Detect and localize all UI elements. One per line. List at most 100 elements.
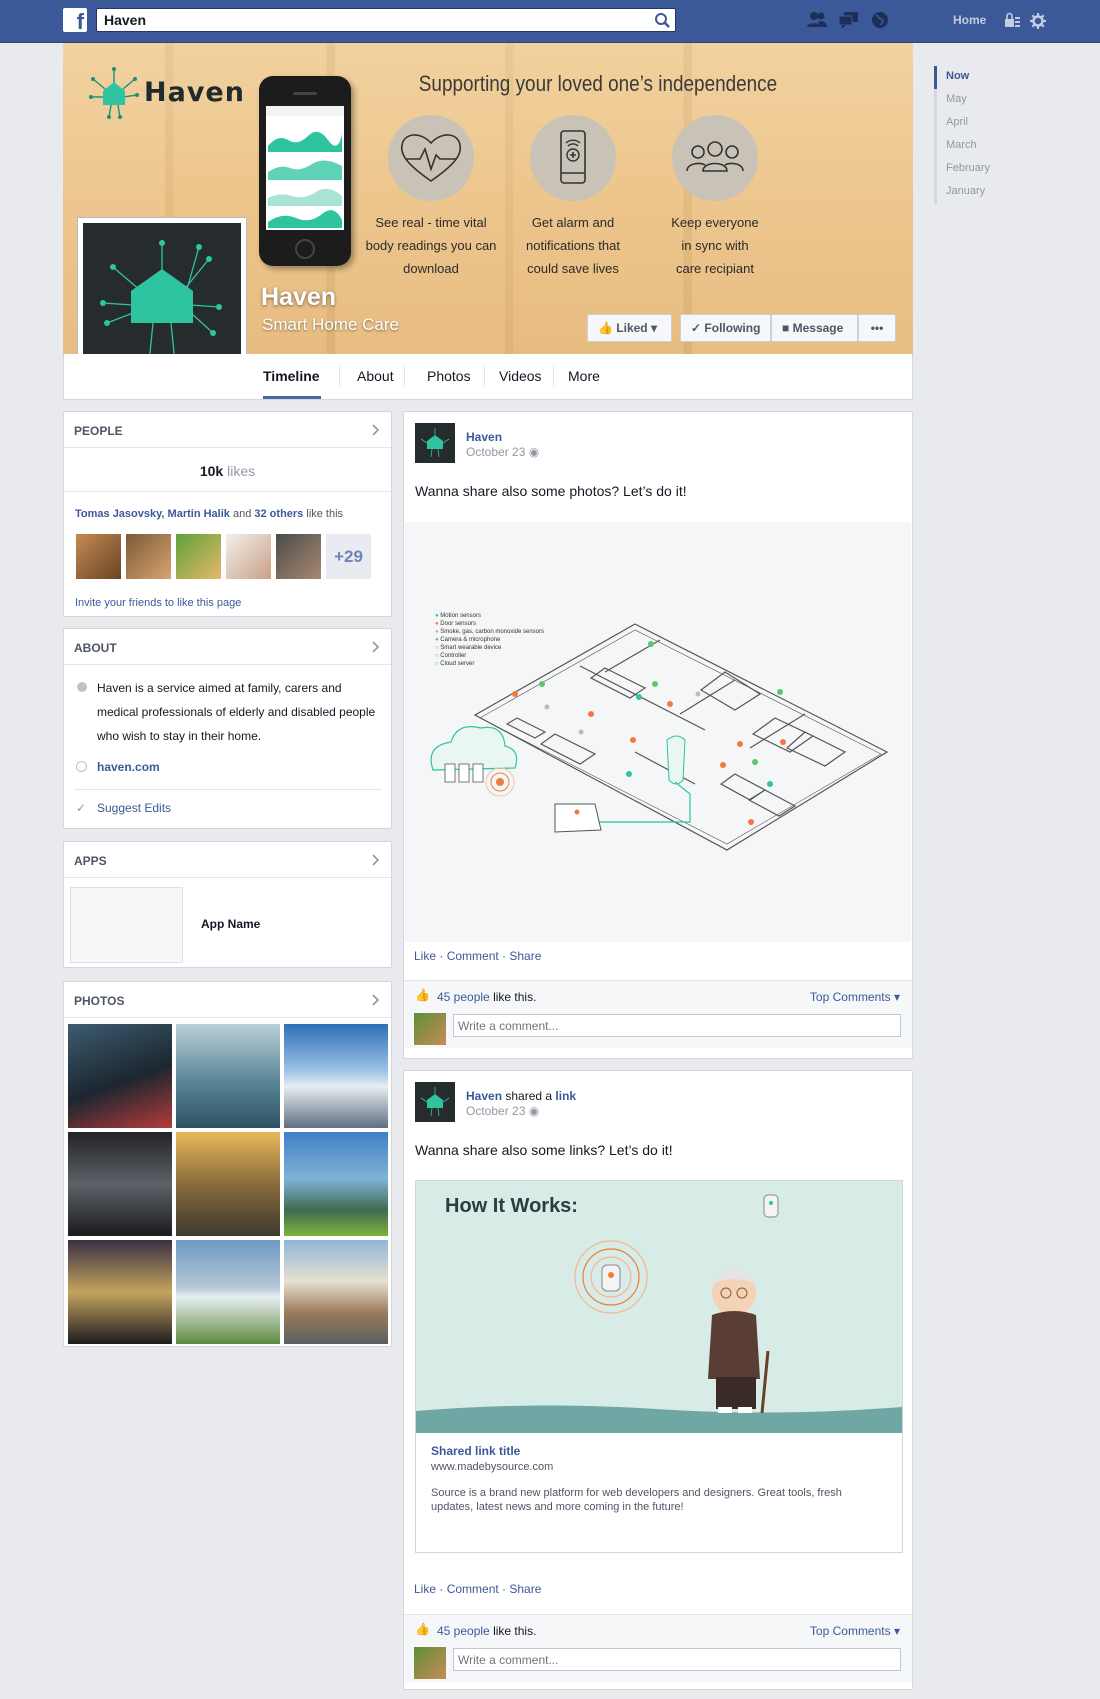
tab-about[interactable]: About [357,368,394,384]
friend-avatar[interactable] [276,534,321,579]
comment-input[interactable] [453,1014,901,1037]
link-preview-image[interactable]: How It Works: [416,1181,902,1433]
post-author[interactable]: Haven [466,430,502,444]
facebook-logo-icon[interactable]: f [63,8,87,32]
friend-avatar[interactable] [226,534,271,579]
chevron-right-icon[interactable] [372,424,380,436]
privacy-shortcuts-icon[interactable] [1003,11,1021,31]
tab-photos[interactable]: Photos [427,368,471,384]
haven-house-icon [89,67,139,119]
liked-button[interactable]: 👍 Liked ▾ [587,314,672,342]
photo-thumbnail[interactable] [284,1240,388,1344]
tab-more[interactable]: More [568,368,600,384]
scrubber-item-january[interactable]: January [934,181,990,204]
photo-thumbnail[interactable] [284,1024,388,1128]
invite-friends-link[interactable]: Invite your friends to like this page [75,597,241,609]
author-avatar[interactable] [415,1082,455,1122]
friend-avatar[interactable] [126,534,171,579]
commenter-avatar [414,1647,446,1679]
photo-thumbnail[interactable] [176,1132,280,1236]
people-header[interactable]: PEOPLE [64,412,391,448]
share-link[interactable]: Share [509,949,541,963]
app-thumbnail[interactable] [70,887,183,963]
post-text: Wanna share also some photos? Let’s do i… [415,483,687,499]
suggest-edits-link[interactable]: Suggest Edits [97,801,171,815]
feature-alarms: Get alarm and notifications that could sav… [498,115,648,280]
comment-input[interactable] [453,1648,901,1671]
friend-avatar[interactable] [176,534,221,579]
top-comments-dropdown[interactable]: Top Comments ▾ [810,1624,900,1638]
link-description: Source is a brand new platform for web d… [431,1487,842,1513]
chevron-right-icon[interactable] [372,994,380,1006]
photo-thumbnail[interactable] [68,1024,172,1128]
notifications-globe-icon[interactable] [869,10,891,30]
settings-gear-icon[interactable] [1029,11,1047,31]
friend-link[interactable]: Tomas Jasovsky [75,508,161,520]
chevron-right-icon[interactable] [372,854,380,866]
thumbs-up-icon: 👍 [415,988,430,1002]
like-link[interactable]: Like [414,949,436,963]
post-actions: Like · Comment · Share [414,1582,542,1596]
like-link[interactable]: Like [414,1582,436,1596]
message-button[interactable]: ■ Message [771,314,858,342]
haven-logo-icon [420,1087,450,1117]
friend-requests-icon[interactable] [806,10,828,30]
app-name[interactable]: App Name [201,917,260,931]
page-name[interactable]: Haven [261,283,336,312]
group-icon [686,141,744,172]
more-friends-count[interactable]: +29 [326,534,371,579]
website-link[interactable]: haven.com [97,760,160,774]
link-word[interactable]: link [555,1089,576,1103]
photo-thumbnail[interactable] [176,1024,280,1128]
likes-count-row: 10k likes [64,448,391,492]
top-comments-dropdown[interactable]: Top Comments ▾ [810,990,900,1004]
apps-header[interactable]: APPS [64,842,391,878]
search-icon[interactable] [651,10,673,30]
photo-thumbnail[interactable] [68,1132,172,1236]
comment-composer [404,1010,912,1048]
photo-thumbnail[interactable] [68,1240,172,1344]
search-box[interactable] [96,8,676,32]
floorplan-image[interactable]: ● Motion sensors ● Door sensors ● Smoke,… [405,522,911,942]
public-globe-icon: ◉ [528,1104,540,1118]
others-link[interactable]: 32 others [254,508,303,520]
feature-vitals: See real - time vital body readings you c… [356,115,506,280]
how-it-works-illustration [416,1194,902,1433]
link-preview[interactable]: How It Works: Shared link title www.made… [415,1180,903,1553]
tab-videos[interactable]: Videos [499,368,542,384]
tab-timeline[interactable]: Timeline [263,368,320,384]
scrubber-item-now[interactable]: Now [934,66,990,89]
home-link[interactable]: Home [953,13,986,27]
likers-link[interactable]: 45 people [437,990,490,1004]
following-button[interactable]: ✓ Following [680,314,771,342]
share-link[interactable]: Share [509,1582,541,1596]
link-title[interactable]: Shared link title [431,1444,520,1458]
chevron-right-icon[interactable] [372,641,380,653]
brand-name: Haven [144,77,245,108]
post-author[interactable]: Haven [466,1089,502,1103]
more-options-button[interactable]: ••• [858,314,896,342]
about-header[interactable]: ABOUT [64,629,391,665]
photo-thumbnail[interactable] [176,1240,280,1344]
post-date[interactable]: October 23 ◉ [466,1104,539,1118]
info-icon [77,682,87,692]
scrubber-item-march[interactable]: March [934,135,990,158]
author-avatar[interactable] [415,423,455,463]
friend-link[interactable]: Martin Halik [168,508,230,520]
post-header-line: Haven shared a link [466,1089,577,1103]
post-date[interactable]: October 23 ◉ [466,445,539,459]
scrubber-item-may[interactable]: May [934,89,990,112]
likers-link[interactable]: 45 people [437,1624,490,1638]
feature-sync: Keep everyone in sync with care recipiant [640,115,790,280]
search-input[interactable] [97,9,637,31]
comment-link[interactable]: Comment [447,949,499,963]
phone-mockup [259,76,351,266]
friend-avatar[interactable] [76,534,121,579]
about-description: Haven is a service aimed at family, care… [97,681,376,743]
photos-header[interactable]: PHOTOS [64,982,391,1018]
messages-icon[interactable] [838,10,860,30]
scrubber-item-february[interactable]: February [934,158,990,181]
scrubber-item-april[interactable]: April [934,112,990,135]
photo-thumbnail[interactable] [284,1132,388,1236]
comment-link[interactable]: Comment [447,1582,499,1596]
